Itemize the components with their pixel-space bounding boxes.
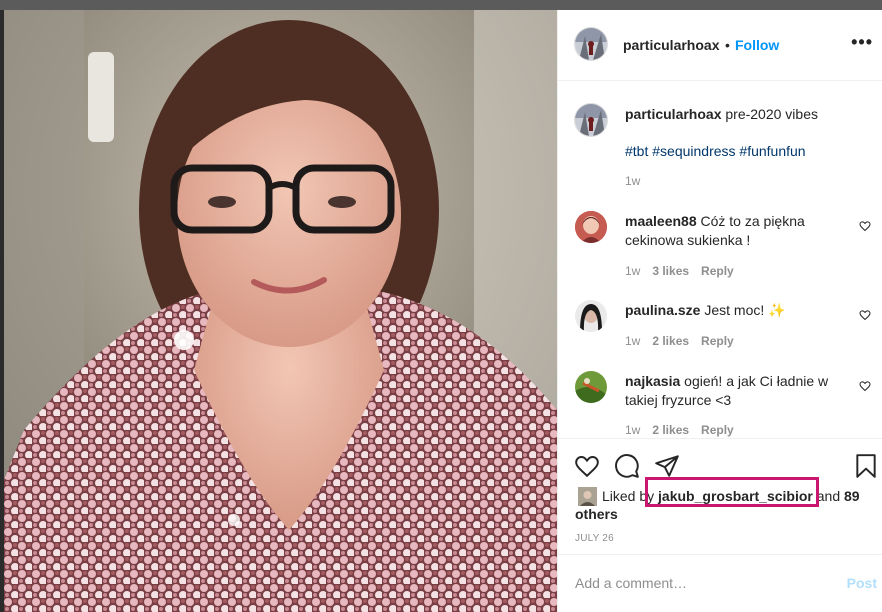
header-separator: • [725,37,730,53]
reply-button[interactable]: Reply [701,264,734,278]
comments-list: particularhoax pre-2020 vibes #tbt #sequ… [558,82,882,438]
comment-like-heart-icon[interactable] [859,309,871,321]
add-comment-input[interactable]: Add a comment… [575,575,687,591]
comment-username[interactable]: paulina.sze [625,302,700,318]
likes-conjunction: and [816,488,841,504]
comment-text: maaleen88 Cóż to za piękna cekinowa suki… [625,212,855,250]
comment-meta: 1w 2 likes Reply [625,423,734,437]
caption-hashtags: #tbt #sequindress #funfunfun [625,142,855,161]
comment-likes[interactable]: 2 likes [652,423,689,437]
post-photo[interactable] [4,10,557,612]
author-avatar[interactable] [574,27,608,61]
commenter-avatar[interactable] [575,211,607,243]
share-send-icon[interactable] [654,453,680,479]
caption-timestamp[interactable]: 1w [625,174,640,188]
author-username[interactable]: particularhoax [623,37,719,53]
comment-text: najkasia ogień! a jak Ci ładnie w takiej… [625,372,855,410]
highlight-box [645,477,819,507]
comment-time[interactable]: 1w [625,264,640,278]
post-comment-button[interactable]: Post [847,575,877,591]
commenter-avatar-image [575,211,607,243]
caption-username[interactable]: particularhoax [625,106,721,122]
comment-composer: Add a comment… Post [558,554,882,612]
commenter-avatar[interactable] [575,371,607,403]
photo-illustration [4,10,557,612]
like-heart-icon[interactable] [574,453,600,479]
comment-meta: 1w 3 likes Reply [625,264,734,278]
post-date[interactable]: JULY 26 [575,533,614,544]
caption-body: pre-2020 vibes [725,106,818,122]
caption-text: particularhoax pre-2020 vibes [625,105,855,124]
comment-like-heart-icon[interactable] [859,380,871,392]
comment-meta: 1w 2 likes Reply [625,334,734,348]
hashtag-link[interactable]: #tbt [625,143,648,159]
window-top-bar [0,0,882,10]
comment-bubble-icon[interactable] [614,453,640,479]
caption-avatar[interactable] [574,103,608,137]
commenter-avatar-image [575,300,607,332]
comment-likes[interactable]: 2 likes [652,334,689,348]
commenter-avatar-image [575,371,607,403]
comment-text: paulina.sze Jest moc! ✨ [625,301,855,320]
post-header: particularhoax • Follow ••• [558,10,882,81]
app-frame: particularhoax • Follow ••• particularho… [0,0,882,612]
comment-time[interactable]: 1w [625,334,640,348]
comment-likes[interactable]: 3 likes [652,264,689,278]
comment-time[interactable]: 1w [625,423,640,437]
follow-button[interactable]: Follow [735,37,779,53]
reply-button[interactable]: Reply [701,423,734,437]
comment-body: Jest moc! ✨ [704,302,786,318]
author-avatar-image [575,28,607,60]
comment-like-heart-icon[interactable] [859,220,871,232]
caption-avatar-image [575,104,607,136]
hashtag-link[interactable]: #funfunfun [739,143,805,159]
hashtag-link[interactable]: #sequindress [652,143,735,159]
comment-username[interactable]: najkasia [625,373,680,389]
comment-username[interactable]: maaleen88 [625,213,697,229]
reply-button[interactable]: Reply [701,334,734,348]
commenter-avatar[interactable] [575,300,607,332]
more-options-icon[interactable]: ••• [851,32,873,53]
post-side-panel: particularhoax • Follow ••• particularho… [557,10,882,612]
save-bookmark-icon[interactable] [853,453,879,479]
